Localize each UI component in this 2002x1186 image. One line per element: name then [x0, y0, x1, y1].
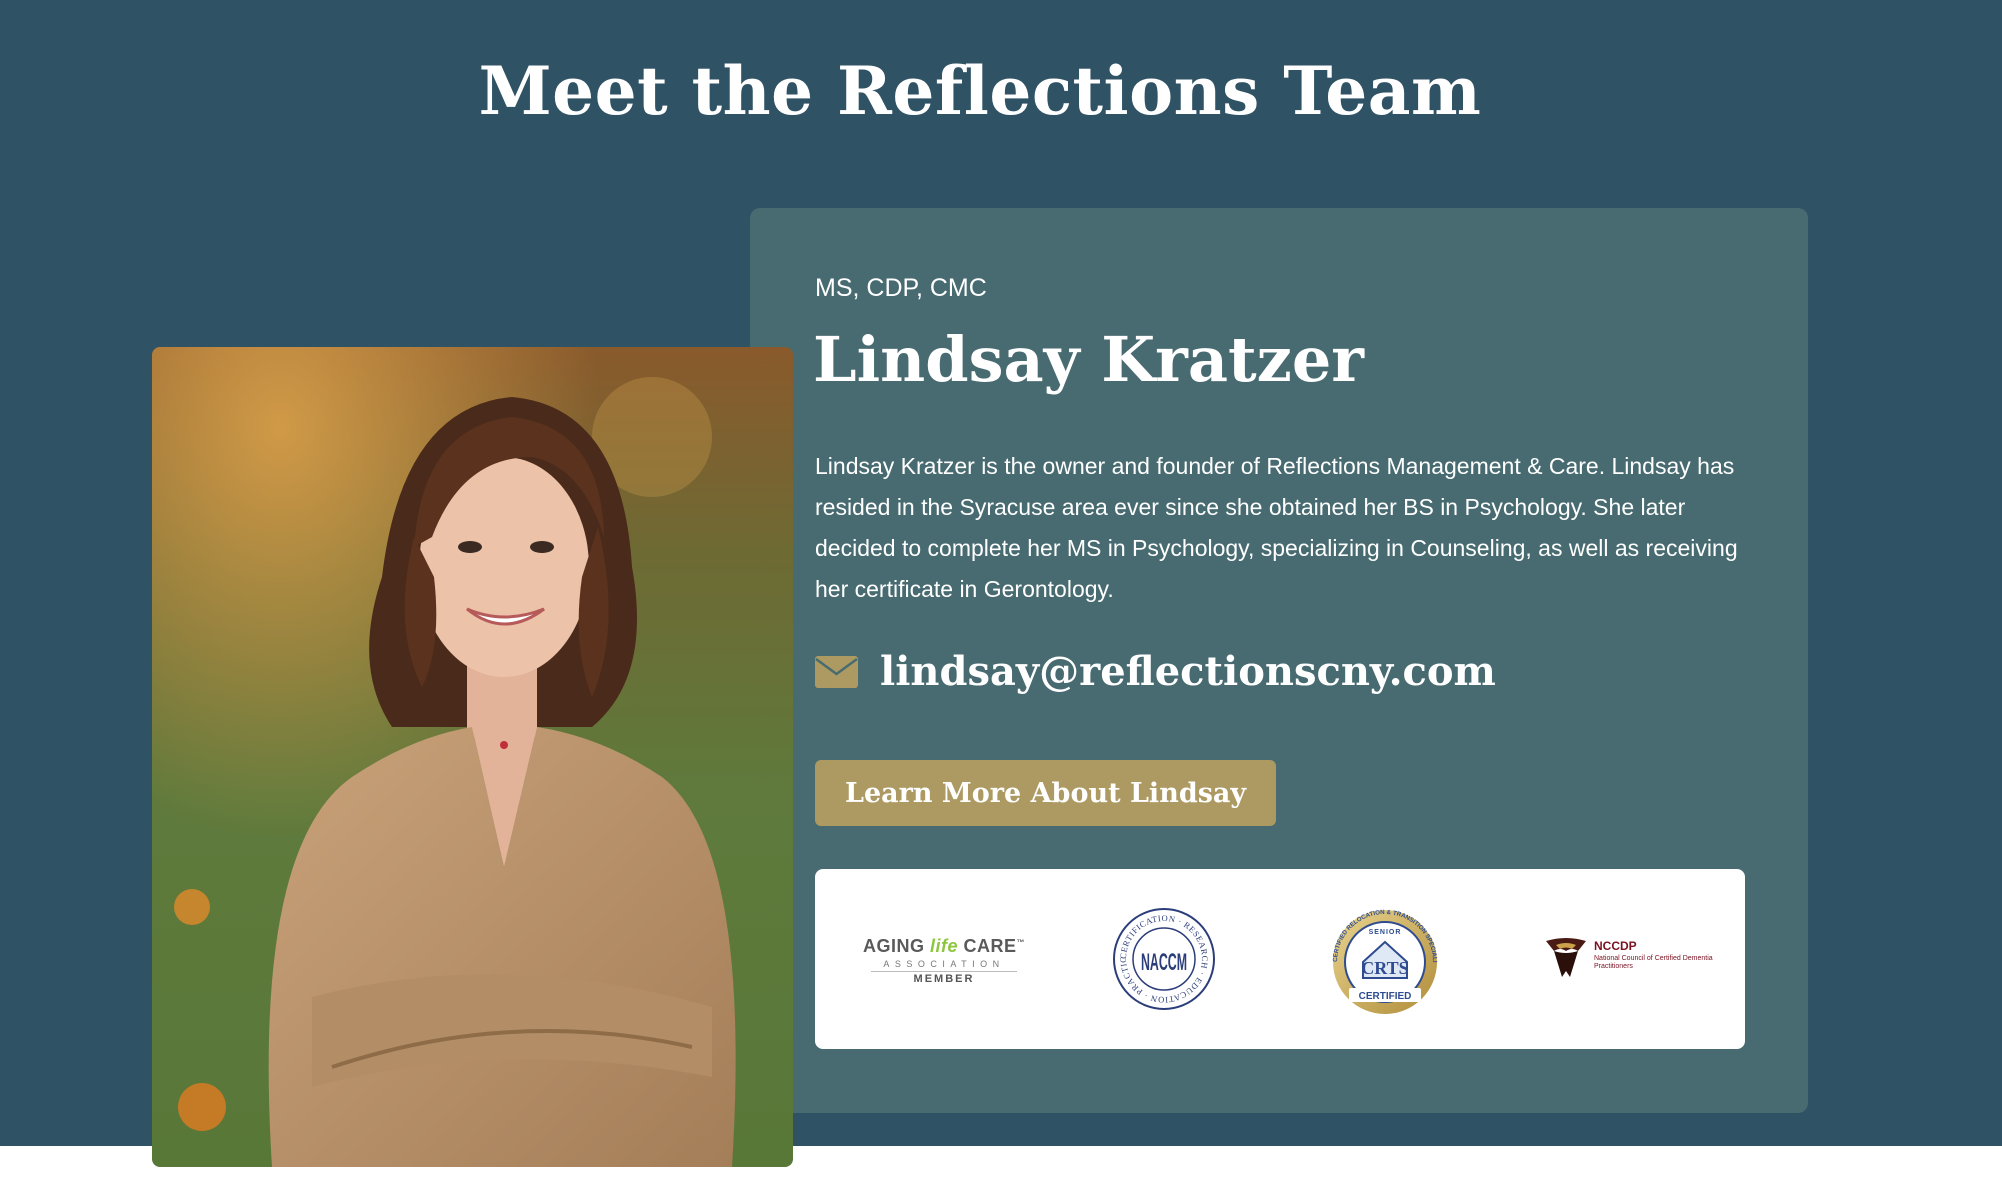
envelope-icon	[815, 655, 858, 688]
member-email-link[interactable]: lindsay@reflectionscny.com	[880, 648, 1496, 695]
svg-text:CERTIFIED: CERTIFIED	[1359, 991, 1412, 1002]
member-credentials: MS, CDP, CMC	[815, 274, 987, 302]
nccdp-emblem-icon	[1546, 938, 1586, 977]
nccdp-logo: NCCDP National Council of Certified Deme…	[1542, 933, 1713, 981]
certification-logos: AGING life CARE™ ASSOCIATION MEMBER CERT…	[815, 869, 1745, 1049]
learn-more-button[interactable]: Learn More About Lindsay	[815, 760, 1277, 826]
svg-text:SENIOR: SENIOR	[1369, 929, 1402, 936]
naccm-logo: CERTIFICATION · RESEARCH · EDUCATION · P…	[1112, 907, 1215, 1010]
member-photo	[152, 347, 793, 1167]
svg-text:NACCM: NACCM	[1141, 949, 1187, 976]
section-heading: Meet the Reflections Team	[478, 52, 1482, 130]
crts-logo: CERTIFIED RELOCATION & TRANSITION SPECIA…	[1325, 904, 1438, 1014]
email-row[interactable]: lindsay@reflectionscny.com	[815, 648, 1496, 695]
portrait-photo	[152, 347, 793, 1167]
member-bio: Lindsay Kratzer is the owner and founder…	[815, 453, 1738, 602]
svg-text:CRTS: CRTS	[1361, 958, 1408, 978]
aging-life-care-logo: AGING life CARE™ ASSOCIATION MEMBER	[862, 936, 1026, 985]
member-name: Lindsay Kratzer	[813, 323, 1364, 396]
team-member-card: MS, CDP, CMC Lindsay Kratzer Lindsay Kra…	[750, 208, 1808, 1113]
